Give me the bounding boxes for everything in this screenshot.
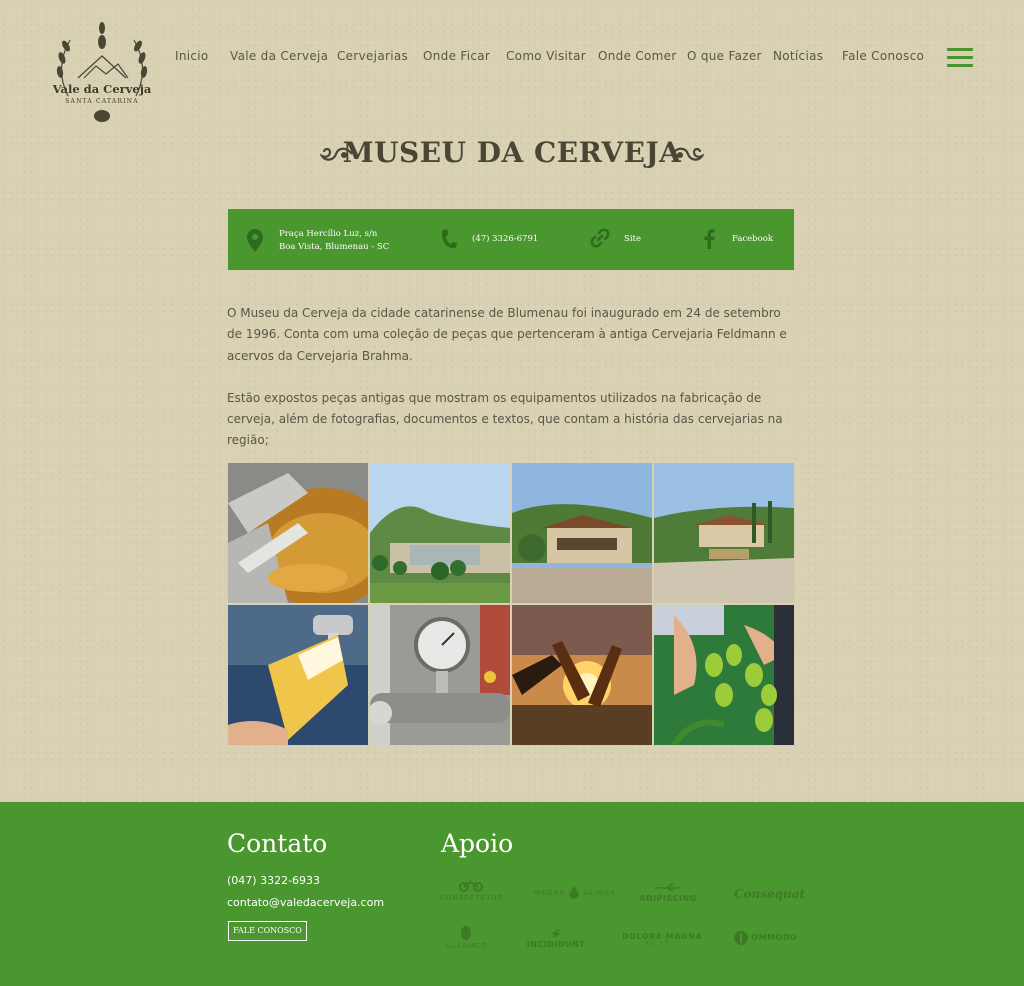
gallery-museum-building[interactable] — [512, 463, 652, 603]
phone-item[interactable]: (47) 3326-6791 — [438, 209, 568, 270]
sponsor-logo-adipiscing[interactable]: ADIPISCING — [638, 882, 698, 903]
logo-title: Vale da Cerveja — [52, 82, 152, 96]
nav-item-vale-da-cerveja[interactable]: Vale da Cerveja — [230, 49, 328, 63]
logo-subtitle: SANTA CATARINA — [65, 98, 138, 105]
right-ornament-icon — [671, 147, 704, 161]
nav-item-fale-conosco[interactable]: Fale Conosco — [842, 49, 924, 63]
gallery-beer-tap[interactable] — [228, 605, 368, 745]
left-ornament-icon — [320, 147, 353, 161]
site-logo[interactable]: Vale da Cerveja SANTA CATARINA — [48, 18, 156, 130]
sponsor-logo-ommodo[interactable]: OMMODO — [734, 931, 798, 945]
facebook-link[interactable]: Facebook — [698, 209, 794, 270]
address-line-2: Boa Vista, Blumenau - SC — [279, 242, 390, 252]
leaf-icon — [461, 926, 471, 940]
link-icon — [590, 228, 610, 248]
contact-heading: Contato — [227, 829, 328, 858]
main-nav: Inicio Vale da Cerveja Cervejarias Onde … — [0, 49, 1024, 67]
facebook-label: Facebook — [732, 234, 774, 244]
nav-item-o-que-fazer[interactable]: O que Fazer — [687, 49, 762, 63]
site-link[interactable]: Site — [588, 209, 688, 270]
gallery-hops-harvest[interactable] — [654, 605, 794, 745]
location-pin-icon — [247, 229, 263, 252]
sponsor-logo-consequat[interactable]: Consequat — [734, 887, 805, 901]
sponsor-logo-ullamco[interactable]: ULLAMCO — [446, 926, 486, 950]
address-line-1: Praça Hercílio Luz, s/n — [279, 229, 378, 239]
phone-icon — [441, 229, 457, 249]
drop-icon — [569, 886, 580, 899]
nav-item-inicio[interactable]: Inicio — [175, 49, 209, 63]
hamburger-icon[interactable] — [947, 48, 973, 68]
gallery-museum-courtyard[interactable] — [654, 463, 794, 603]
contact-phone[interactable]: (047) 3322-6933 — [227, 874, 320, 887]
plane-icon — [655, 882, 681, 892]
sponsor-logo-incididunt[interactable]: INCIDIDUNT — [526, 928, 586, 949]
gallery-pressure-gauge[interactable] — [370, 605, 510, 745]
photo-gallery — [228, 463, 794, 745]
sponsor-logo-magna-aliqua[interactable]: MAGNA ALIQUA — [534, 886, 615, 900]
description-paragraph-1: O Museu da Cerveja da cidade catarinense… — [227, 306, 787, 363]
sponsor-logo-dolore-magna[interactable]: DOLORE MAGNA ELIT — [622, 932, 702, 947]
info-bar: Praça Hercílio Luz, s/n Boa Vista, Blume… — [228, 209, 794, 270]
page-title: MUSEU DA CERVEJA — [342, 136, 682, 169]
gallery-lake-landscape[interactable] — [370, 463, 510, 603]
circle-mark-icon — [734, 931, 748, 945]
s-mark-icon — [551, 929, 561, 938]
title-section: MUSEU DA CERVEJA — [0, 136, 1024, 169]
gallery-beer-toast[interactable] — [512, 605, 652, 745]
site-label: Site — [624, 234, 641, 244]
gallery-brewing-kettle[interactable] — [228, 463, 368, 603]
nav-item-cervejarias[interactable]: Cervejarias — [337, 49, 408, 63]
description: O Museu da Cerveja da cidade catarinense… — [227, 303, 797, 473]
nav-item-onde-comer[interactable]: Onde Comer — [598, 49, 677, 63]
nav-item-noticias[interactable]: Notícias — [773, 49, 823, 63]
contact-email[interactable]: contato@valedacerveja.com — [227, 896, 384, 909]
motorcycle-icon — [459, 880, 483, 892]
facebook-icon — [704, 229, 715, 249]
nav-item-onde-ficar[interactable]: Onde Ficar — [423, 49, 490, 63]
description-paragraph-2: Estão expostos peças antigas que mostram… — [227, 390, 783, 448]
phone-number: (47) 3326-6791 — [472, 234, 539, 244]
nav-item-como-visitar[interactable]: Como Visitar — [506, 49, 586, 63]
address-item: Praça Hercílio Luz, s/n Boa Vista, Blume… — [228, 209, 428, 270]
fale-conosco-button[interactable]: FALE CONOSCO — [228, 921, 307, 941]
support-heading: Apoio — [441, 829, 514, 858]
sponsor-logo-consectetur[interactable]: CONSECTETUR — [440, 880, 502, 902]
